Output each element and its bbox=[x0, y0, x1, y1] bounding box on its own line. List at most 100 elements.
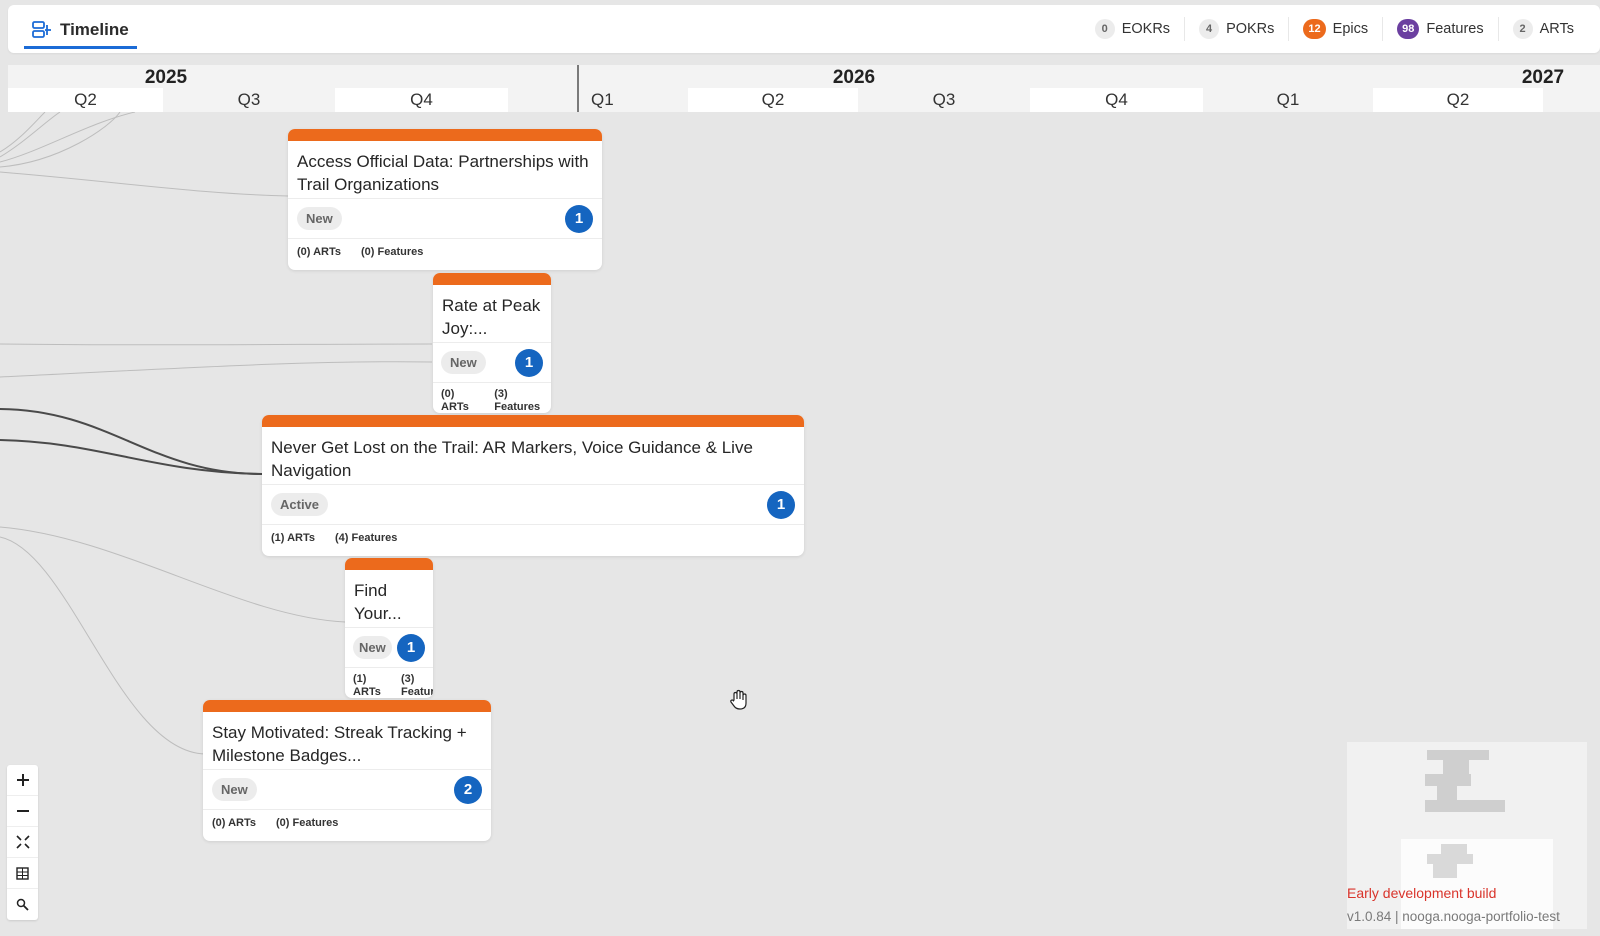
arts-label: ARTs bbox=[1539, 21, 1574, 37]
epic-footer: (0) ARTs (0) Features bbox=[203, 809, 491, 841]
eokrs-count-badge: 0 bbox=[1094, 19, 1115, 39]
plus-icon bbox=[16, 774, 29, 786]
timeline-header: 2025 2026 2027 Q2 Q3 Q4 Q1 Q2 Q3 Q4 Q1 Q… bbox=[8, 65, 1600, 112]
quarter-label: Q4 bbox=[1030, 88, 1203, 112]
minimap-node bbox=[1443, 760, 1469, 774]
epic-footer: (1) ARTs (4) Features bbox=[262, 524, 804, 556]
status-badge: New bbox=[441, 351, 486, 374]
count-badge: 1 bbox=[767, 490, 795, 519]
epic-title: Stay Motivated: Streak Tracking + Milest… bbox=[212, 723, 467, 765]
epic-card[interactable]: Never Get Lost on the Trail: AR Markers,… bbox=[262, 415, 804, 556]
epic-status-row: New 1 bbox=[288, 198, 602, 238]
pokrs-label: POKRs bbox=[1226, 21, 1275, 37]
quarter-label: Q2 bbox=[1373, 88, 1543, 112]
status-badge: Active bbox=[271, 493, 329, 516]
epic-footer: (0) ARTs (0) Features bbox=[288, 238, 602, 270]
minimap-node bbox=[1425, 800, 1505, 812]
quarter-label: Q1 bbox=[591, 90, 614, 109]
count-badge: 1 bbox=[515, 348, 543, 377]
zoom-out-button[interactable] bbox=[7, 796, 38, 827]
pokrs-count-badge: 4 bbox=[1199, 19, 1220, 39]
epic-title: Rate at Peak Joy:... bbox=[442, 296, 541, 338]
build-note: Early development build bbox=[1347, 885, 1497, 901]
counter-arts[interactable]: 2 ARTs bbox=[1497, 17, 1588, 41]
arts-count: (0) ARTs bbox=[212, 817, 256, 829]
quarter-label: Q3 bbox=[932, 90, 956, 109]
count-badge: 1 bbox=[397, 633, 425, 662]
minimap-node bbox=[1427, 750, 1489, 760]
counter-features[interactable]: 98 Features bbox=[1382, 17, 1497, 41]
quarter-label: Q3 bbox=[237, 90, 261, 109]
minimap-node bbox=[1441, 844, 1467, 854]
epic-title: Never Get Lost on the Trail: AR Markers,… bbox=[271, 438, 753, 480]
quarter-label: Q2 bbox=[688, 88, 858, 112]
eokrs-label: EOKRs bbox=[1121, 21, 1171, 37]
features-count: (3) Features bbox=[401, 673, 433, 698]
minimap-node bbox=[1433, 864, 1457, 878]
today-marker bbox=[577, 65, 579, 112]
epic-card[interactable]: Rate at Peak Joy:... New 1 (0) ARTs (3) … bbox=[433, 273, 551, 413]
arts-count: (1) ARTs bbox=[353, 673, 381, 698]
epic-color-bar bbox=[288, 129, 602, 141]
search-button[interactable] bbox=[7, 889, 38, 920]
toggle-grid-button[interactable] bbox=[7, 858, 38, 889]
epic-card[interactable]: Find Your... New 1 (1) ARTs (3) Features bbox=[345, 558, 433, 698]
epic-status-row: New 1 bbox=[345, 627, 433, 667]
epics-label: Epics bbox=[1332, 21, 1369, 37]
status-badge: New bbox=[353, 636, 392, 659]
epics-count-badge: 12 bbox=[1303, 19, 1326, 39]
canvas-controls bbox=[7, 765, 38, 920]
features-count: (0) Features bbox=[361, 246, 424, 258]
entity-counters: 0 EOKRs 4 POKRs 12 Epics 98 Features 2 A… bbox=[1081, 5, 1588, 53]
timeline-icon bbox=[32, 20, 52, 39]
quarter-label: Q1 bbox=[1276, 90, 1300, 109]
epic-card[interactable]: Stay Motivated: Streak Tracking + Milest… bbox=[203, 700, 491, 841]
epic-card[interactable]: Access Official Data: Partnerships with … bbox=[288, 129, 602, 270]
search-icon bbox=[16, 898, 29, 911]
hand-cursor-icon bbox=[730, 689, 747, 710]
arts-count: (0) ARTs bbox=[297, 246, 341, 258]
minimap-node bbox=[1427, 854, 1473, 864]
fit-view-button[interactable] bbox=[7, 827, 38, 858]
features-count: (4) Features bbox=[335, 532, 398, 544]
year-label: 2026 bbox=[832, 67, 876, 88]
features-label: Features bbox=[1426, 21, 1484, 37]
epic-status-row: Active 1 bbox=[262, 484, 804, 524]
year-label: 2025 bbox=[144, 67, 188, 88]
epic-footer: (1) ARTs (3) Features bbox=[345, 667, 433, 698]
tab-timeline[interactable]: Timeline bbox=[24, 13, 137, 49]
minimap-node bbox=[1437, 786, 1457, 800]
epic-color-bar bbox=[433, 273, 551, 285]
features-count: (0) Features bbox=[276, 817, 339, 829]
features-count: (3) Features bbox=[494, 388, 541, 413]
minus-icon bbox=[16, 810, 29, 812]
epic-color-bar bbox=[203, 700, 491, 712]
epic-title: Find Your... bbox=[354, 581, 402, 623]
status-badge: New bbox=[297, 207, 342, 230]
epic-color-bar bbox=[262, 415, 804, 427]
epic-title: Access Official Data: Partnerships with … bbox=[297, 152, 589, 194]
counter-pokrs[interactable]: 4 POKRs bbox=[1184, 17, 1288, 41]
grid-icon bbox=[16, 866, 29, 880]
epic-footer: (0) ARTs (3) Features bbox=[433, 382, 551, 413]
quarter-label: Q4 bbox=[335, 88, 508, 112]
arts-count-badge: 2 bbox=[1512, 19, 1533, 39]
count-badge: 1 bbox=[565, 204, 593, 233]
quarter-label: Q2 bbox=[8, 88, 163, 112]
epic-status-row: New 2 bbox=[203, 769, 491, 809]
fit-view-icon bbox=[15, 835, 30, 849]
features-count-badge: 98 bbox=[1397, 19, 1420, 39]
tab-timeline-label: Timeline bbox=[60, 19, 129, 39]
counter-epics[interactable]: 12 Epics bbox=[1288, 17, 1382, 41]
epic-status-row: New 1 bbox=[433, 342, 551, 382]
top-bar: Timeline 0 EOKRs 4 POKRs 12 Epics 98 Fea… bbox=[8, 5, 1600, 53]
year-label: 2027 bbox=[1521, 67, 1565, 88]
minimap-node bbox=[1425, 774, 1471, 786]
status-badge: New bbox=[212, 778, 257, 801]
zoom-in-button[interactable] bbox=[7, 765, 38, 796]
epic-color-bar bbox=[345, 558, 433, 570]
count-badge: 2 bbox=[454, 775, 482, 804]
counter-eokrs[interactable]: 0 EOKRs bbox=[1081, 17, 1184, 41]
arts-count: (0) ARTs bbox=[441, 388, 469, 413]
version-label: v1.0.84 | nooga.nooga-portfolio-test bbox=[1347, 909, 1560, 924]
